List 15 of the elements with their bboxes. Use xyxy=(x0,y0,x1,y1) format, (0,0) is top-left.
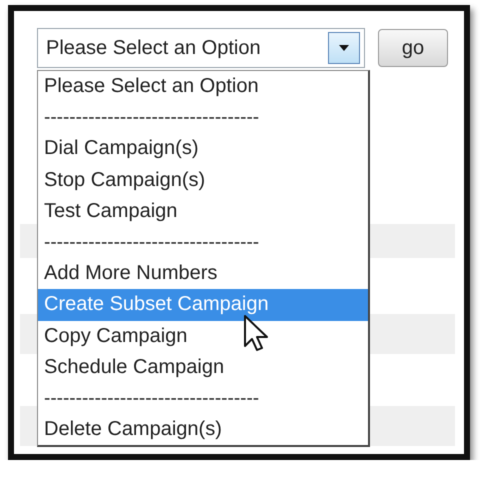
separator-line: ---------------------------------- xyxy=(43,230,260,255)
mouse-pointer-icon xyxy=(243,314,271,352)
menu-option[interactable]: Delete Campaign(s) xyxy=(38,414,368,446)
option-select[interactable]: Please Select an Option xyxy=(37,28,365,68)
separator-line: ---------------------------------- xyxy=(43,386,260,411)
menu-option[interactable]: Schedule Campaign xyxy=(38,352,368,383)
separator-line: ---------------------------------- xyxy=(43,106,260,130)
menu-option[interactable]: Stop Campaign(s) xyxy=(38,164,368,196)
selected-value: Please Select an Option xyxy=(46,36,261,60)
menu-option[interactable]: Copy Campaign xyxy=(38,320,368,352)
go-button[interactable]: go xyxy=(378,29,448,67)
menu-option[interactable]: Dial Campaign(s) xyxy=(38,133,368,165)
menu-option[interactable]: Test Campaign xyxy=(38,196,368,227)
menu-option[interactable]: Add More Numbers xyxy=(38,258,368,290)
menu-option[interactable]: Please Select an Option xyxy=(38,71,368,102)
